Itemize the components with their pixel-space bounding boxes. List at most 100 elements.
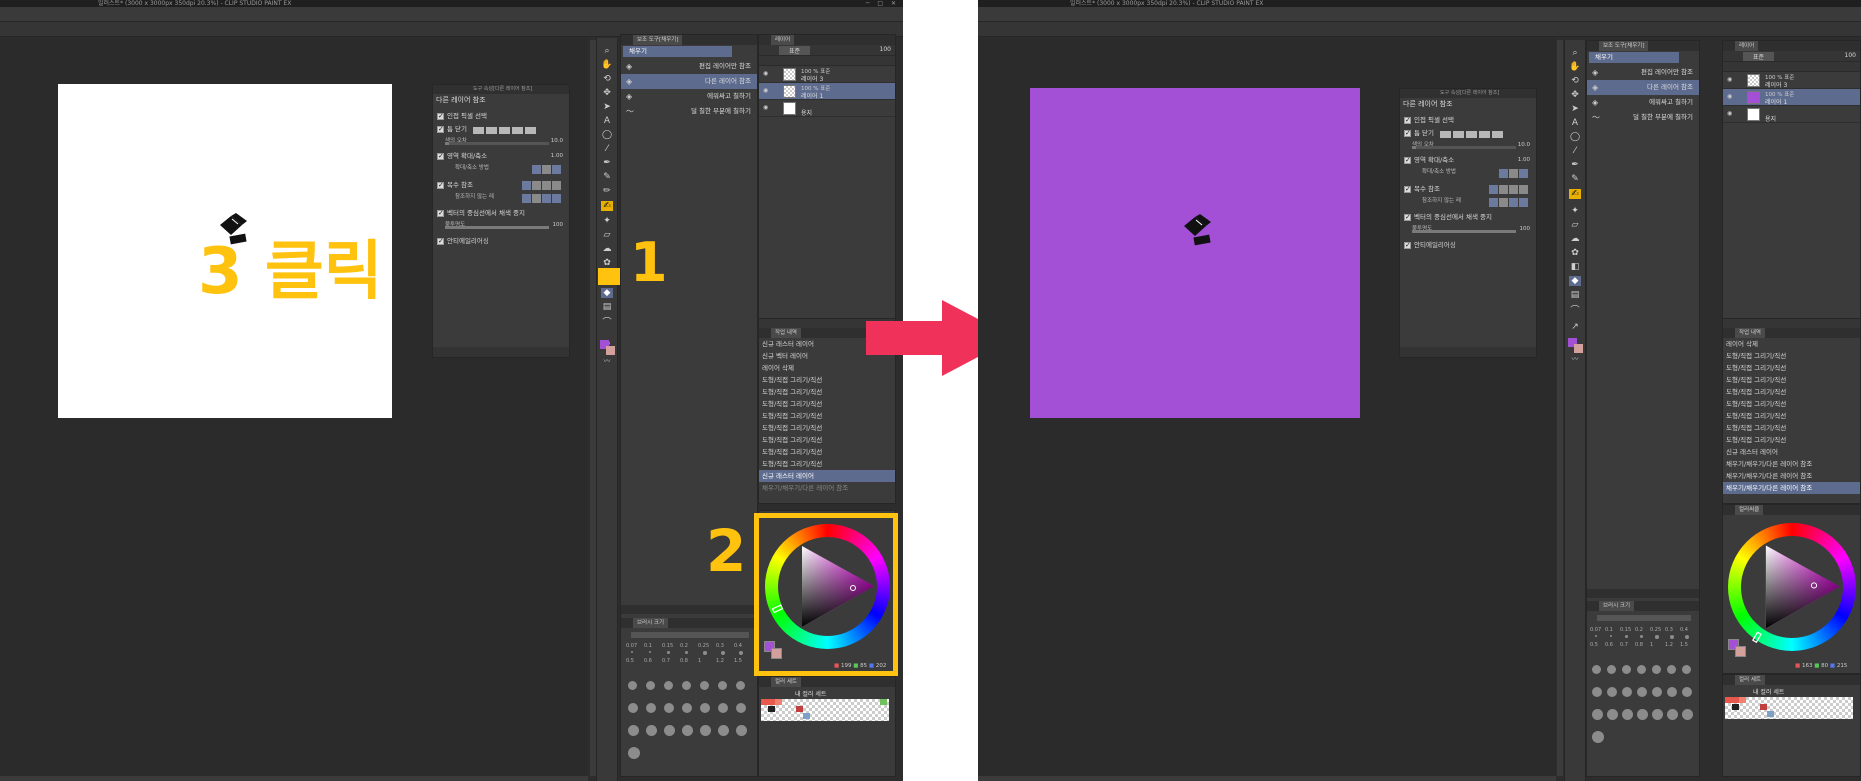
canvas-vertical-scrollbar[interactable] (1557, 40, 1563, 776)
layer-opacity-value[interactable]: 100 (1845, 52, 1856, 59)
eraser-tool-icon[interactable]: ▱ (1572, 220, 1579, 230)
ref-layer-option[interactable]: 참조하지 않는 레 (433, 192, 569, 203)
history-item[interactable]: 채우기/채우기/다른 레이어 참조 (759, 482, 895, 494)
brush-size-dot[interactable] (1640, 635, 1644, 639)
brush-size-dot[interactable] (631, 651, 633, 653)
fill-tool-icon[interactable]: ◆ (1569, 276, 1581, 286)
brush-size-dot[interactable] (1622, 709, 1633, 720)
scaling-method-buttons[interactable] (531, 165, 561, 178)
ruler-tool-icon[interactable]: ⌒ (602, 318, 611, 328)
history-item[interactable]: 레이어 삭제 (1723, 338, 1860, 350)
brush-size-label[interactable]: 0.8 (680, 658, 688, 664)
brush-size-dot[interactable] (1667, 687, 1677, 697)
move-tool-icon[interactable]: ✥ (1571, 90, 1579, 100)
operation-tool-icon[interactable]: ➤ (1571, 104, 1579, 114)
adjacent-pixel-option[interactable]: 인접 픽셀 선택 (433, 110, 569, 123)
multi-ref-option[interactable]: 복수 참조 (433, 179, 569, 192)
eye-icon[interactable]: ◉ (763, 104, 768, 111)
brush-size-label[interactable]: 0.15 (662, 643, 673, 649)
layer-row[interactable]: ◉ 100 % 표준 레이어 1 (759, 83, 895, 100)
history-item[interactable]: 채우기/채우기/다른 레이어 참조 (1723, 470, 1860, 482)
brush-size-label[interactable]: 1 (1650, 642, 1653, 648)
brush-size-label[interactable]: 0.7 (1620, 642, 1628, 648)
area-scaling-value[interactable]: 1.00 (1518, 154, 1530, 167)
blend-mode-select[interactable]: 표준 (779, 46, 811, 55)
brush-size-label[interactable]: 0.5 (1590, 642, 1598, 648)
layer-row[interactable]: ◉ 100 % 표준 레이어 3 (1723, 72, 1860, 89)
opacity-option[interactable]: 불투명도 100 (1400, 224, 1536, 234)
history-item[interactable]: 도형/직접 그리기/직선 (1723, 362, 1860, 374)
layer-row[interactable]: ◉ 100 % 표준 레이어 3 (759, 66, 895, 83)
layer-tool-row[interactable] (759, 56, 895, 66)
lasso-tool-icon[interactable]: ◯ (1570, 132, 1580, 142)
history-item[interactable]: 신규 래스터 레이어 (759, 470, 895, 482)
subtool-panel-tab[interactable]: 보조 도구[채우기] (1599, 41, 1649, 51)
opacity-value[interactable]: 100 (553, 220, 564, 230)
history-item[interactable]: 도형/직접 그리기/직선 (1723, 410, 1860, 422)
ref-layer-option[interactable]: 참조하지 않는 레 (1400, 196, 1536, 207)
area-scaling-option[interactable]: 영역 확대/축소 1.00 (1400, 154, 1536, 167)
close-gap-option[interactable]: 틈 닫기 (1400, 127, 1536, 140)
multi-ref-checkbox[interactable] (1404, 183, 1411, 196)
brush-size-label[interactable]: 1.5 (734, 658, 742, 664)
color-set-tab[interactable]: 컬러 세트 (771, 677, 801, 687)
rotate-tool-icon[interactable]: ⟲ (603, 74, 611, 84)
adjacent-pixel-checkbox[interactable] (437, 110, 444, 123)
brush-size-label[interactable]: 0.07 (1590, 627, 1601, 633)
history-item[interactable]: 채우기/채우기/다른 레이어 참조 (1723, 458, 1860, 470)
brush-size-dot[interactable] (685, 651, 689, 655)
vector-stop-option[interactable]: 벡터의 중심선에서 채색 중지 (433, 207, 569, 220)
layer-opacity-value[interactable]: 100 (880, 46, 891, 53)
history-item[interactable]: 도형/직접 그리기/직선 (1723, 422, 1860, 434)
layer-blend-row[interactable]: 표준 100 (1723, 51, 1860, 62)
brush-size-label[interactable]: 0.1 (1605, 627, 1613, 633)
brush-size-slider[interactable] (1597, 615, 1691, 621)
brush-size-dot[interactable] (736, 681, 745, 690)
eye-icon[interactable]: ◉ (1727, 93, 1732, 100)
brush-size-dot[interactable] (1667, 709, 1678, 720)
scaling-method-buttons[interactable] (1498, 169, 1528, 182)
color-margin-value[interactable]: 10.0 (1518, 140, 1530, 150)
antialias-checkbox[interactable] (437, 235, 444, 248)
antialias-option[interactable]: 안티에일리어싱 (433, 235, 569, 248)
airbrush-tool-icon[interactable]: ✦ (603, 216, 611, 226)
blend-tool-icon[interactable]: ☁ (603, 244, 612, 254)
brush-size-dot[interactable] (628, 747, 640, 759)
brush-size-dot[interactable] (1637, 709, 1648, 720)
brush-size-dot[interactable] (646, 703, 656, 713)
correction-tool-icon[interactable]: ↗ (1571, 322, 1579, 332)
eyedropper-tool-icon[interactable]: ✒ (1571, 160, 1579, 170)
eyedropper-tool-icon[interactable]: ✒ (603, 158, 611, 168)
history-item[interactable]: 도형/직접 그리기/직선 (1723, 350, 1860, 362)
color-margin-value[interactable]: 10.0 (551, 136, 563, 146)
layer-panel-tab[interactable]: 레이어 (1735, 41, 1759, 51)
zoom-tool-icon[interactable]: ⌕ (1572, 48, 1577, 58)
subtool-enclose-and-fill[interactable]: ◈ 에워싸고 칠하기 (621, 89, 757, 104)
close-gap-checkbox[interactable] (437, 123, 444, 136)
color-margin-slider[interactable] (1412, 146, 1516, 149)
history-item[interactable]: 도형/직접 그리기/직선 (759, 410, 895, 422)
area-scaling-value[interactable]: 1.00 (551, 150, 563, 163)
brush-size-dot[interactable] (1682, 665, 1691, 674)
subtool-enclose-and-fill[interactable]: ◈ 에워싸고 칠하기 (1587, 95, 1699, 110)
brush-size-tab[interactable]: 브러시 크기 (1599, 601, 1635, 611)
menu-bar[interactable] (978, 7, 1861, 22)
brush-size-label[interactable]: 0.5 (626, 658, 634, 664)
subtool-refer-other-layers[interactable]: ◈ 다른 레이어 참조 (621, 74, 757, 89)
brush-size-dot[interactable] (664, 725, 675, 736)
brush-size-dot[interactable] (700, 681, 709, 690)
history-item[interactable]: 신규 래스터 레이어 (1723, 446, 1860, 458)
subtool-edit-layer-only[interactable]: ◈ 편집 레이어만 참조 (621, 59, 757, 74)
subtool-edit-layer-only[interactable]: ◈ 편집 레이어만 참조 (1587, 65, 1699, 80)
brush-size-dot[interactable] (1682, 687, 1692, 697)
color-set-grid[interactable] (1725, 697, 1853, 719)
layer-row[interactable]: ◉ 용지 (1723, 106, 1860, 123)
vector-stop-checkbox[interactable] (437, 207, 444, 220)
layer-blend-row[interactable]: 표준 100 (759, 45, 895, 56)
area-scaling-checkbox[interactable] (437, 150, 444, 163)
brush-size-dot[interactable] (1595, 635, 1597, 637)
close-gap-checkbox[interactable] (1404, 127, 1411, 140)
antialias-option[interactable]: 안티에일리어싱 (1400, 239, 1536, 252)
sub-color-indicator[interactable] (1574, 344, 1583, 353)
brush-size-label[interactable]: 0.2 (1635, 627, 1643, 633)
